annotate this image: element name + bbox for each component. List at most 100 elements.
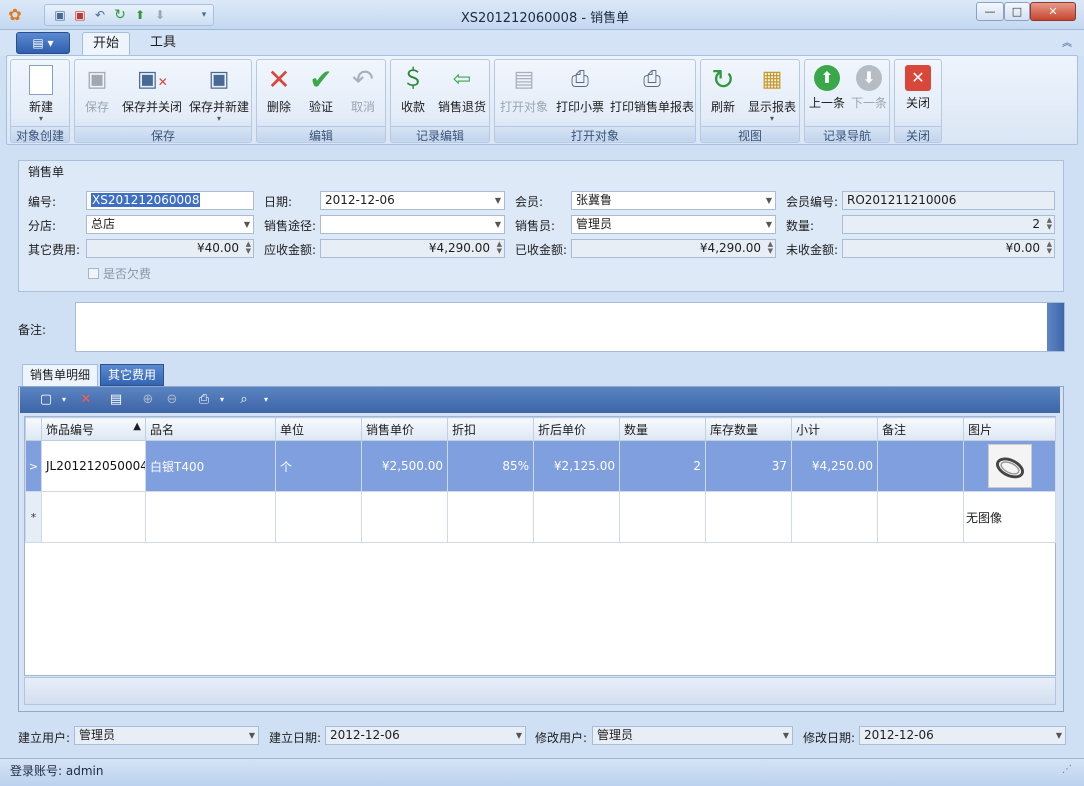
number-field[interactable]: XS201212060008 <box>86 191 254 210</box>
modify-user-select: 管理员 ▼ <box>592 726 793 745</box>
customize-qat-icon[interactable]: ▾ <box>195 7 213 23</box>
chevron-down-icon[interactable]: ▼ <box>766 192 772 209</box>
column-header-qty[interactable]: 数量 <box>619 417 706 441</box>
cell-name[interactable] <box>145 491 276 543</box>
chevron-down-icon[interactable]: ▼ <box>244 216 250 233</box>
chevron-down-icon[interactable]: ▼ <box>495 192 501 209</box>
number-value: XS201212060008 <box>91 193 201 207</box>
dropdown-arrow-icon[interactable]: ▾ <box>256 391 276 409</box>
cell-qty[interactable]: 2 <box>619 440 706 492</box>
tab-other-fees[interactable]: 其它费用 <box>100 364 165 386</box>
refresh-button[interactable]: ↻ 刷新 <box>703 62 743 126</box>
column-header-name[interactable]: 品名 <box>145 417 276 441</box>
cell-discount[interactable]: 85% <box>447 440 534 492</box>
group-label: 保存 <box>75 126 251 143</box>
find-icon[interactable]: ⌕ <box>234 391 254 409</box>
save-new-button[interactable]: ▣ 保存并新建 ▾ <box>187 62 251 126</box>
cell-discount[interactable] <box>447 491 534 543</box>
owed-checkbox[interactable]: 是否欠费 <box>88 265 151 282</box>
cell-remark[interactable] <box>877 491 964 543</box>
dropdown-arrow-icon[interactable]: ▾ <box>54 391 74 409</box>
minimize-button[interactable]: — <box>976 2 1004 21</box>
column-header-stock[interactable]: 库存数量 <box>705 417 792 441</box>
cell-unit[interactable]: 个 <box>275 440 362 492</box>
show-report-button[interactable]: ▦ 显示报表 ▾ <box>745 62 799 126</box>
cell-unit[interactable] <box>275 491 362 543</box>
save-close-button[interactable]: ▣✕ 保存并关闭 <box>119 62 185 126</box>
cell-image-empty[interactable]: 无图像 <box>963 491 1056 543</box>
cell-price[interactable]: ¥2,500.00 <box>361 440 448 492</box>
cell-stock[interactable]: 37 <box>705 440 792 492</box>
save-icon[interactable]: ▣ <box>51 7 69 23</box>
printer-icon: ⎙ <box>571 67 589 92</box>
previous-record-button[interactable]: ⬆ 上一条 <box>807 62 847 126</box>
cell-stock[interactable] <box>705 491 792 543</box>
column-header-net-price[interactable]: 折后单价 <box>533 417 620 441</box>
sales-return-button[interactable]: ⇦ 销售退货 <box>435 62 489 126</box>
grid-save-icon[interactable]: ▤ <box>106 391 126 409</box>
application-menu-button[interactable]: ▤ ▾ <box>16 32 70 54</box>
new-button[interactable]: 新建 ▾ <box>15 62 67 126</box>
cell-code[interactable]: JL201212050004 <box>41 440 146 492</box>
column-header-price[interactable]: 销售单价 <box>361 417 448 441</box>
cell-net-price[interactable] <box>533 491 620 543</box>
cell-qty[interactable] <box>619 491 706 543</box>
cell-price[interactable] <box>361 491 448 543</box>
column-header-subtotal[interactable]: 小计 <box>791 417 878 441</box>
arrow-down-icon[interactable]: ⊖ <box>162 391 182 409</box>
print-icon[interactable]: ⎙ <box>194 391 214 409</box>
gear-icon[interactable]: ✿ <box>6 6 24 24</box>
cell-image[interactable] <box>963 440 1056 492</box>
remark-textarea[interactable] <box>75 302 1065 352</box>
cell-remark[interactable] <box>877 440 964 492</box>
branch-select[interactable]: 总店 ▼ <box>86 215 254 234</box>
ribbon-collapse-icon[interactable]: ︽ <box>1060 34 1074 49</box>
tab-sales-detail[interactable]: 销售单明细 <box>22 364 99 386</box>
tab-start[interactable]: 开始 <box>82 32 131 56</box>
print-report-button[interactable]: ⎙ 打印销售单报表 <box>609 62 695 126</box>
cell-code[interactable] <box>41 491 146 543</box>
refresh-icon[interactable]: ↻ <box>111 7 129 23</box>
next-record-button[interactable]: ⬇ 下一条 <box>849 62 889 126</box>
remark-scrollbar[interactable] <box>1047 303 1064 351</box>
column-header-image[interactable]: 图片 <box>963 417 1056 441</box>
new-row-icon[interactable]: ▢ <box>36 391 56 409</box>
dropdown-arrow-icon[interactable]: ▾ <box>212 391 232 409</box>
validate-label: 验证 <box>308 100 333 114</box>
column-header-remark[interactable]: 备注 <box>877 417 964 441</box>
arrow-down-icon[interactable]: ⬇ <box>151 7 169 23</box>
channel-select[interactable]: ▼ <box>320 215 505 234</box>
save-button[interactable]: ▣ 保存 <box>77 62 117 126</box>
red-x-icon: ✕ <box>267 63 291 96</box>
undo-icon[interactable]: ↶ <box>91 7 109 23</box>
tab-tools[interactable]: 工具 <box>140 32 186 56</box>
delete-row-icon[interactable]: ✕ <box>76 391 96 409</box>
validate-button[interactable]: ✔ 验证 <box>301 62 341 126</box>
column-header-discount[interactable]: 折扣 <box>447 417 534 441</box>
resize-grip-icon[interactable]: ⋰ <box>1062 764 1072 775</box>
close-button[interactable]: ✕ 关闭 <box>897 62 939 126</box>
table-row[interactable]: > JL201212050004 白银T400 个 ¥2,500.00 85% … <box>25 440 1056 492</box>
chevron-down-icon[interactable]: ▼ <box>766 216 772 233</box>
cell-net-price[interactable]: ¥2,125.00 <box>533 440 620 492</box>
column-header-code[interactable]: 饰品编号 ▲ <box>41 417 146 441</box>
chevron-down-icon[interactable]: ▼ <box>495 216 501 233</box>
open-object-button[interactable]: ▤ 打开对象 <box>497 62 551 126</box>
maximize-button[interactable]: □ <box>1004 2 1030 21</box>
save-close-icon[interactable]: ▣ <box>71 7 89 23</box>
delete-button[interactable]: ✕ 删除 <box>259 62 299 126</box>
date-picker[interactable]: 2012-12-06 ▼ <box>320 191 505 210</box>
cell-subtotal[interactable] <box>791 491 878 543</box>
salesman-select[interactable]: 管理员 ▼ <box>571 215 776 234</box>
cancel-button[interactable]: ↶ 取消 <box>343 62 383 126</box>
print-ticket-button[interactable]: ⎙ 打印小票 <box>553 62 607 126</box>
cell-name[interactable]: 白银T400 <box>145 440 276 492</box>
arrow-up-icon[interactable]: ⬆ <box>131 7 149 23</box>
column-header-unit[interactable]: 单位 <box>275 417 362 441</box>
cell-subtotal[interactable]: ¥4,250.00 <box>791 440 878 492</box>
arrow-up-icon[interactable]: ⊕ <box>138 391 158 409</box>
receive-button[interactable]: ＄ 收款 <box>393 62 433 126</box>
close-window-button[interactable]: ✕ <box>1030 2 1076 21</box>
member-select[interactable]: 张冀鲁 ▼ <box>571 191 776 210</box>
new-row[interactable]: * 无图像 <box>25 491 1056 543</box>
